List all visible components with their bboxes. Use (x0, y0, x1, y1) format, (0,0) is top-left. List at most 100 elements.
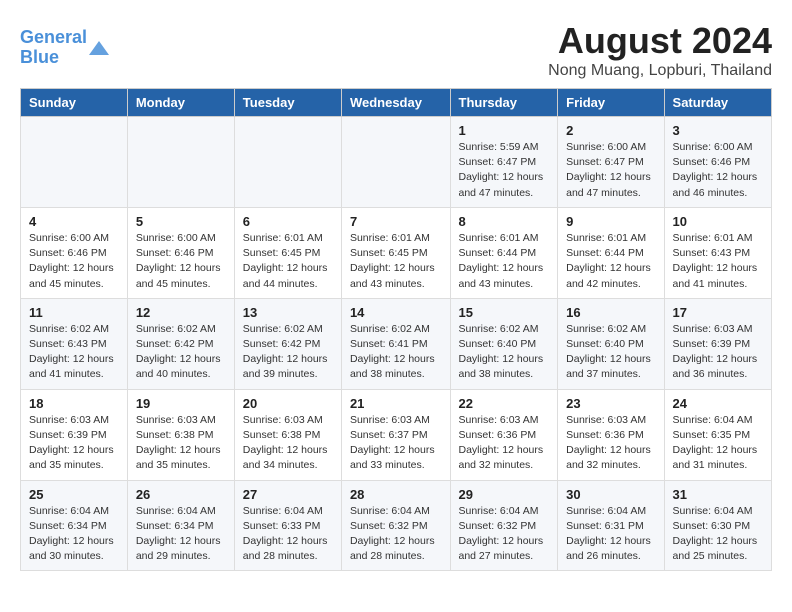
day-info: Sunrise: 6:00 AMSunset: 6:46 PMDaylight:… (29, 231, 119, 292)
day-info: Sunrise: 6:04 AMSunset: 6:30 PMDaylight:… (673, 504, 763, 565)
day-number: 15 (459, 305, 550, 320)
day-number: 1 (459, 123, 550, 138)
day-info: Sunrise: 6:03 AMSunset: 6:39 PMDaylight:… (673, 322, 763, 383)
calendar-cell: 11 Sunrise: 6:02 AMSunset: 6:43 PMDayligh… (21, 298, 128, 389)
calendar-cell: 9 Sunrise: 6:01 AMSunset: 6:44 PMDaylight… (558, 207, 664, 298)
day-info: Sunrise: 6:03 AMSunset: 6:36 PMDaylight:… (459, 413, 550, 474)
calendar-cell: 27Sunrise: 6:04 AMSunset: 6:33 PMDayligh… (234, 480, 341, 571)
calendar-cell: 19 Sunrise: 6:03 AMSunset: 6:38 PMDayligh… (127, 389, 234, 480)
calendar-cell: 10 Sunrise: 6:01 AMSunset: 6:43 PMDayligh… (664, 207, 771, 298)
calendar-cell: 16Sunrise: 6:02 AMSunset: 6:40 PMDayligh… (558, 298, 664, 389)
day-number: 8 (459, 214, 550, 229)
day-number: 29 (459, 487, 550, 502)
day-number: 14 (350, 305, 442, 320)
day-info: Sunrise: 6:04 AMSunset: 6:32 PMDaylight:… (350, 504, 442, 565)
day-number: 21 (350, 396, 442, 411)
calendar-cell: 3 Sunrise: 6:00 AMSunset: 6:46 PMDaylight… (664, 117, 771, 208)
day-number: 10 (673, 214, 763, 229)
day-number: 24 (673, 396, 763, 411)
day-info: Sunrise: 6:02 AMSunset: 6:40 PMDaylight:… (566, 322, 655, 383)
day-header-wednesday: Wednesday (341, 89, 450, 117)
day-number: 4 (29, 214, 119, 229)
day-number: 11 (29, 305, 119, 320)
day-info: Sunrise: 6:01 AMSunset: 6:45 PMDaylight:… (350, 231, 442, 292)
day-header-saturday: Saturday (664, 89, 771, 117)
day-number: 7 (350, 214, 442, 229)
calendar-cell: 14 Sunrise: 6:02 AMSunset: 6:41 PMDayligh… (341, 298, 450, 389)
day-info: Sunrise: 6:02 AMSunset: 6:42 PMDaylight:… (136, 322, 226, 383)
calendar-cell: 24 Sunrise: 6:04 AMSunset: 6:35 PMDayligh… (664, 389, 771, 480)
calendar-week-4: 18 Sunrise: 6:03 AMSunset: 6:39 PMDayligh… (21, 389, 772, 480)
calendar-cell: 29 Sunrise: 6:04 AMSunset: 6:32 PMDayligh… (450, 480, 558, 571)
calendar-week-1: 1 Sunrise: 5:59 AMSunset: 6:47 PMDaylight… (21, 117, 772, 208)
day-info: Sunrise: 6:02 AMSunset: 6:43 PMDaylight:… (29, 322, 119, 383)
calendar-cell (234, 117, 341, 208)
calendar-cell (127, 117, 234, 208)
day-header-friday: Friday (558, 89, 664, 117)
day-info: Sunrise: 5:59 AMSunset: 6:47 PMDaylight:… (459, 140, 550, 201)
calendar-cell: 31 Sunrise: 6:04 AMSunset: 6:30 PMDayligh… (664, 480, 771, 571)
day-info: Sunrise: 6:02 AMSunset: 6:42 PMDaylight:… (243, 322, 333, 383)
calendar-week-5: 25Sunrise: 6:04 AMSunset: 6:34 PMDayligh… (21, 480, 772, 571)
calendar-cell: 30Sunrise: 6:04 AMSunset: 6:31 PMDayligh… (558, 480, 664, 571)
day-info: Sunrise: 6:03 AMSunset: 6:38 PMDaylight:… (136, 413, 226, 474)
day-number: 3 (673, 123, 763, 138)
calendar-cell: 28 Sunrise: 6:04 AMSunset: 6:32 PMDayligh… (341, 480, 450, 571)
day-info: Sunrise: 6:03 AMSunset: 6:36 PMDaylight:… (566, 413, 655, 474)
day-info: Sunrise: 6:03 AMSunset: 6:39 PMDaylight:… (29, 413, 119, 474)
day-number: 26 (136, 487, 226, 502)
calendar-title: August 2024 (20, 20, 772, 62)
day-number: 27 (243, 487, 333, 502)
calendar-week-3: 11 Sunrise: 6:02 AMSunset: 6:43 PMDayligh… (21, 298, 772, 389)
logo-text: General Blue (20, 27, 87, 67)
calendar-cell: 25Sunrise: 6:04 AMSunset: 6:34 PMDayligh… (21, 480, 128, 571)
day-info: Sunrise: 6:02 AMSunset: 6:41 PMDaylight:… (350, 322, 442, 383)
calendar-cell: 26Sunrise: 6:04 AMSunset: 6:34 PMDayligh… (127, 480, 234, 571)
day-number: 22 (459, 396, 550, 411)
day-info: Sunrise: 6:03 AMSunset: 6:38 PMDaylight:… (243, 413, 333, 474)
day-info: Sunrise: 6:00 AMSunset: 6:47 PMDaylight:… (566, 140, 655, 201)
day-header-monday: Monday (127, 89, 234, 117)
day-info: Sunrise: 6:01 AMSunset: 6:44 PMDaylight:… (459, 231, 550, 292)
day-number: 18 (29, 396, 119, 411)
day-number: 28 (350, 487, 442, 502)
day-number: 2 (566, 123, 655, 138)
calendar-subtitle: Nong Muang, Lopburi, Thailand (20, 62, 772, 80)
calendar-cell: 6 Sunrise: 6:01 AMSunset: 6:45 PMDaylight… (234, 207, 341, 298)
day-number: 25 (29, 487, 119, 502)
day-info: Sunrise: 6:00 AMSunset: 6:46 PMDaylight:… (673, 140, 763, 201)
day-number: 5 (136, 214, 226, 229)
calendar-cell: 1 Sunrise: 5:59 AMSunset: 6:47 PMDaylight… (450, 117, 558, 208)
day-info: Sunrise: 6:02 AMSunset: 6:40 PMDaylight:… (459, 322, 550, 383)
calendar-cell: 12 Sunrise: 6:02 AMSunset: 6:42 PMDayligh… (127, 298, 234, 389)
day-number: 20 (243, 396, 333, 411)
day-header-sunday: Sunday (21, 89, 128, 117)
calendar-cell: 15 Sunrise: 6:02 AMSunset: 6:40 PMDayligh… (450, 298, 558, 389)
day-info: Sunrise: 6:04 AMSunset: 6:32 PMDaylight:… (459, 504, 550, 565)
day-number: 19 (136, 396, 226, 411)
day-number: 31 (673, 487, 763, 502)
day-info: Sunrise: 6:01 AMSunset: 6:43 PMDaylight:… (673, 231, 763, 292)
calendar-cell: 22 Sunrise: 6:03 AMSunset: 6:36 PMDayligh… (450, 389, 558, 480)
day-info: Sunrise: 6:01 AMSunset: 6:44 PMDaylight:… (566, 231, 655, 292)
day-number: 12 (136, 305, 226, 320)
calendar-cell: 2 Sunrise: 6:00 AMSunset: 6:47 PMDaylight… (558, 117, 664, 208)
day-info: Sunrise: 6:01 AMSunset: 6:45 PMDaylight:… (243, 231, 333, 292)
calendar-cell: 23Sunrise: 6:03 AMSunset: 6:36 PMDayligh… (558, 389, 664, 480)
day-info: Sunrise: 6:03 AMSunset: 6:37 PMDaylight:… (350, 413, 442, 474)
calendar-cell: 13 Sunrise: 6:02 AMSunset: 6:42 PMDayligh… (234, 298, 341, 389)
calendar-cell (341, 117, 450, 208)
calendar-header-row: SundayMondayTuesdayWednesdayThursdayFrid… (21, 89, 772, 117)
day-number: 30 (566, 487, 655, 502)
calendar-week-2: 4 Sunrise: 6:00 AMSunset: 6:46 PMDaylight… (21, 207, 772, 298)
calendar-body: 1 Sunrise: 5:59 AMSunset: 6:47 PMDaylight… (21, 117, 772, 571)
calendar-cell: 8 Sunrise: 6:01 AMSunset: 6:44 PMDaylight… (450, 207, 558, 298)
calendar-table: SundayMondayTuesdayWednesdayThursdayFrid… (20, 88, 772, 571)
day-number: 9 (566, 214, 655, 229)
calendar-cell: 20 Sunrise: 6:03 AMSunset: 6:38 PMDayligh… (234, 389, 341, 480)
day-number: 6 (243, 214, 333, 229)
calendar-cell: 4 Sunrise: 6:00 AMSunset: 6:46 PMDaylight… (21, 207, 128, 298)
day-number: 17 (673, 305, 763, 320)
day-info: Sunrise: 6:04 AMSunset: 6:35 PMDaylight:… (673, 413, 763, 474)
day-number: 13 (243, 305, 333, 320)
